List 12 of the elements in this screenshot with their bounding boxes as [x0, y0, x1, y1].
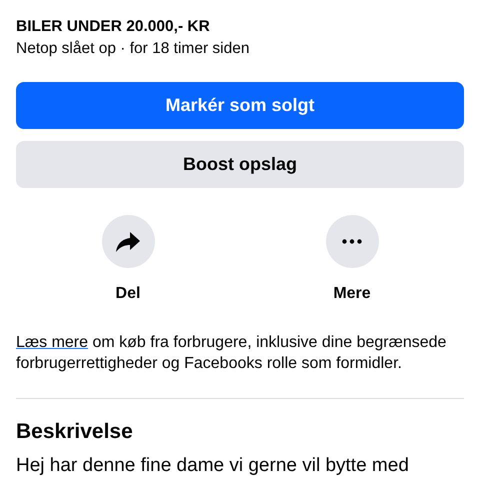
more-icon: [342, 239, 362, 244]
read-more-link[interactable]: Læs mere: [16, 334, 88, 351]
mark-sold-button[interactable]: Markér som solgt: [16, 82, 464, 129]
boost-button[interactable]: Boost opslag: [16, 141, 464, 188]
action-label: Mere: [333, 284, 371, 304]
listing-title: BILER UNDER 20.000,- KR: [16, 17, 211, 37]
share-icon: [115, 230, 141, 252]
listing-meta: Netop slået op · for 18 timer siden: [16, 39, 250, 59]
description-text: Hej har denne fine dame vi gerne vil bytte med: [16, 454, 410, 478]
section-heading: Beskrivelse: [16, 419, 134, 444]
info-paragraph: Læs mere om køb fra forbrugere, inklusive dine begrænsede forbrugerrettigheder og Facebooks rolle som formidler.: [16, 333, 448, 374]
action-label: Del: [116, 284, 140, 304]
